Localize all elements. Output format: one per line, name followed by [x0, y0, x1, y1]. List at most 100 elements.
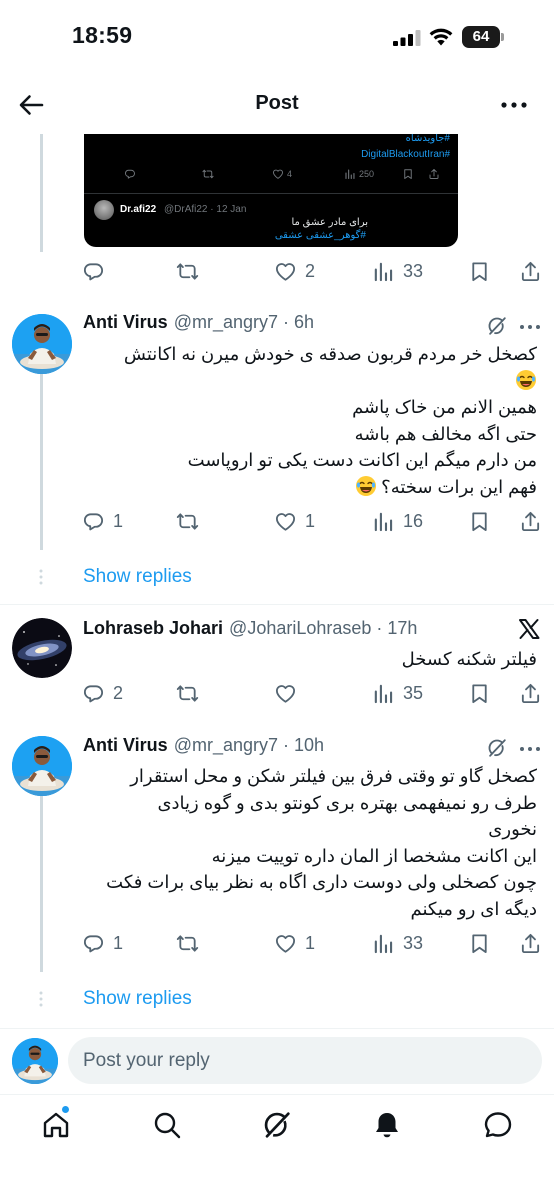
- repost-icon: [176, 260, 199, 283]
- embedded-author-name: Dr.afi22: [120, 204, 157, 215]
- post-text: کصخل خر مردم قربون صدقه ی خودش میرن نه ا…: [83, 341, 537, 500]
- like-icon: [274, 682, 297, 705]
- views-button[interactable]: 16: [372, 506, 423, 536]
- author-name[interactable]: Anti Virus: [83, 312, 168, 333]
- post-action-row: 1 1 16: [82, 506, 544, 536]
- author-name[interactable]: Anti Virus: [83, 735, 168, 756]
- share-button[interactable]: [519, 506, 542, 536]
- embedded-tweet-screenshot[interactable]: #جاویدشاه #DigitalBlackoutIran 4 250 Dr.…: [84, 133, 458, 247]
- share-icon: [428, 168, 440, 180]
- avatar[interactable]: [12, 618, 72, 678]
- bookmark-button[interactable]: [468, 506, 491, 536]
- author-handle-time[interactable]: @mr_angry7 · 10h: [174, 735, 324, 756]
- embedded-action-row: 4 250: [120, 168, 450, 186]
- like-count: 2: [305, 260, 316, 281]
- bookmark-button[interactable]: [468, 678, 491, 708]
- view-count: 33: [403, 260, 424, 281]
- avatar: [94, 200, 114, 220]
- post-text-line: چون کصخلی ولی دوست داری اگاه به نظر بیای…: [106, 872, 537, 892]
- search-icon[interactable]: [151, 1109, 183, 1141]
- notifications-icon[interactable]: [371, 1109, 403, 1141]
- share-button[interactable]: [519, 928, 542, 958]
- like-button[interactable]: 1: [274, 506, 315, 536]
- avatar[interactable]: [12, 736, 72, 796]
- views-icon: [372, 682, 395, 705]
- battery-icon: 64: [462, 26, 506, 48]
- divider: [0, 604, 554, 605]
- bookmark-button[interactable]: [468, 256, 491, 286]
- home-icon[interactable]: [40, 1109, 72, 1141]
- more-icon[interactable]: [518, 316, 542, 338]
- more-options-icon[interactable]: [500, 92, 528, 118]
- reply-button[interactable]: [82, 256, 105, 286]
- post-text-line: کصخل گاو تو وقتی فرق بین فیلتر شکن و محل…: [130, 766, 537, 786]
- post-text-line: فهم این برات سخته؟: [83, 474, 537, 501]
- status-bar: 18:59 64: [0, 0, 554, 74]
- bookmark-button[interactable]: [468, 928, 491, 958]
- messages-icon[interactable]: [482, 1109, 514, 1141]
- views-button[interactable]: 33: [372, 928, 423, 958]
- like-icon: [274, 932, 297, 955]
- share-button[interactable]: [519, 256, 542, 286]
- reply-composer: [0, 1028, 554, 1094]
- share-icon: [519, 510, 542, 533]
- share-icon: [519, 682, 542, 705]
- like-count: 1: [305, 510, 316, 531]
- post-text-line: این اکانت مشخصا از المان داره توییت میزن…: [211, 845, 537, 866]
- post-text-line: نخوری: [488, 819, 537, 839]
- like-button[interactable]: [274, 678, 297, 708]
- bottom-nav: [0, 1094, 554, 1200]
- views-button[interactable]: 35: [372, 678, 423, 708]
- show-replies-link[interactable]: Show replies: [83, 566, 192, 588]
- repost-button[interactable]: [176, 256, 199, 286]
- reply-count: 2: [113, 682, 124, 703]
- view-count: 33: [403, 932, 424, 953]
- reply-button[interactable]: 1: [82, 928, 123, 958]
- bookmark-icon: [468, 932, 491, 955]
- show-replies-link[interactable]: Show replies: [83, 988, 192, 1010]
- post-text: فیلتر شکنه کسخل: [83, 646, 537, 673]
- reply-count: 1: [113, 510, 124, 531]
- author-name[interactable]: Lohraseb Johari: [83, 618, 223, 639]
- grok-icon[interactable]: [261, 1109, 293, 1141]
- post-action-row: 2 33: [82, 256, 544, 286]
- reply-icon: [82, 932, 105, 955]
- wifi-icon: [429, 28, 453, 46]
- reply-icon: [82, 510, 105, 533]
- reply-input[interactable]: [68, 1037, 542, 1084]
- views-button[interactable]: 33: [372, 256, 423, 286]
- hashtag-text: #جاویدشاه: [405, 133, 450, 144]
- repost-button[interactable]: [176, 928, 199, 958]
- share-button[interactable]: [519, 678, 542, 708]
- post-header: Anti Virus @mr_angry7 · 10h: [83, 735, 324, 761]
- thread-dots-icon: [39, 569, 43, 585]
- notification-dot: [61, 1105, 70, 1114]
- like-button[interactable]: 1: [274, 928, 315, 958]
- repost-button[interactable]: [176, 678, 199, 708]
- like-button[interactable]: 2: [274, 256, 315, 286]
- post-text: کصخل گاو تو وقتی فرق بین فیلتر شکن و محل…: [83, 763, 537, 922]
- avatar[interactable]: [12, 314, 72, 374]
- grok-icon[interactable]: [486, 737, 508, 759]
- repost-icon: [202, 168, 214, 180]
- views-icon: [372, 510, 395, 533]
- share-icon: [519, 260, 542, 283]
- post-text-line: دیگه ای رو میکنم: [410, 898, 537, 919]
- battery-tip: [501, 33, 504, 41]
- grok-icon[interactable]: [486, 315, 508, 337]
- post-text-line: حتی اگه مخالف هم باشه: [354, 423, 537, 444]
- thread-line: [40, 374, 43, 550]
- share-icon: [519, 932, 542, 955]
- post-text-line: طرف رو نمیفهمی بهتره بری کونتو بدی و گوه…: [157, 792, 537, 813]
- post-text-line: من دارم میگم این اکانت دست یکی تو اروپاس…: [187, 450, 537, 470]
- like-icon: [274, 510, 297, 533]
- more-icon[interactable]: [518, 738, 542, 760]
- post-header: Post: [0, 74, 554, 134]
- reply-button[interactable]: 1: [82, 506, 123, 536]
- author-handle-time[interactable]: @mr_angry7 · 6h: [174, 312, 314, 333]
- author-handle-time[interactable]: @JohariLohraseb · 17h: [229, 618, 417, 639]
- repost-button[interactable]: [176, 506, 199, 536]
- reply-button[interactable]: 2: [82, 678, 123, 708]
- divider: [84, 193, 458, 194]
- x-logo-icon: [519, 619, 540, 639]
